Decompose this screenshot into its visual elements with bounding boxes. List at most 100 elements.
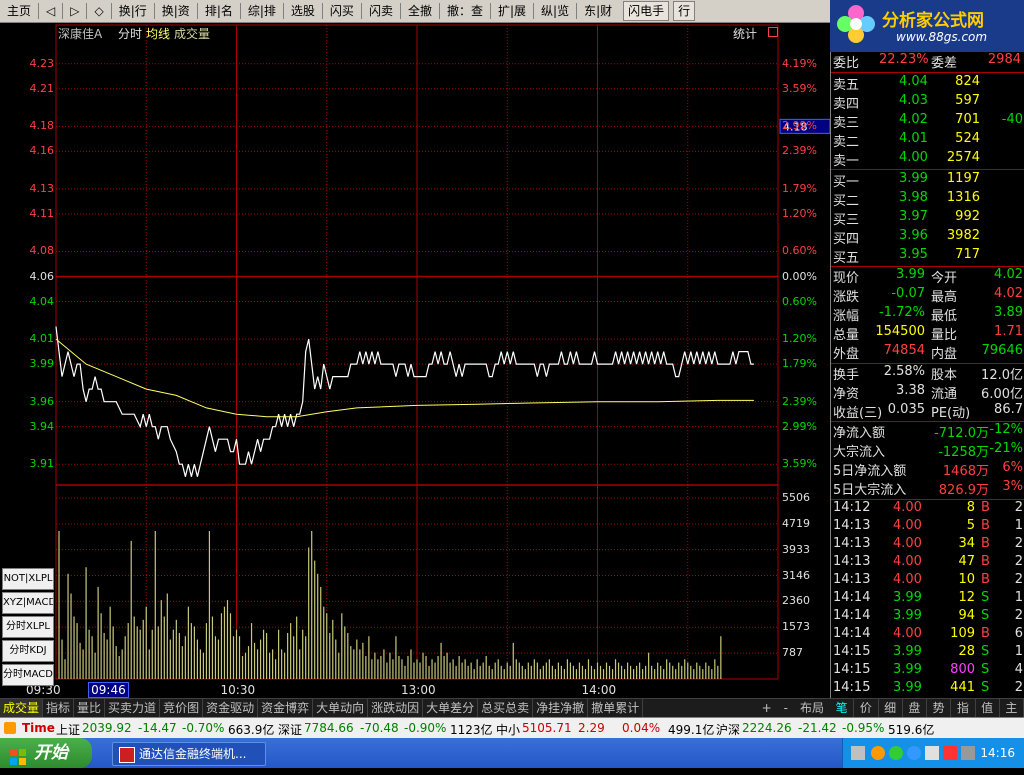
- tray-app3-icon[interactable]: [943, 746, 957, 760]
- start-button[interactable]: 开始: [0, 738, 92, 768]
- stats-button[interactable]: 统计: [733, 25, 757, 42]
- quote-row: 5日净流入额 1468万 6%: [831, 460, 1024, 479]
- side-tab-3[interactable]: 盘: [903, 699, 927, 717]
- menu-item-2[interactable]: ▷: [63, 0, 86, 22]
- keyboard-icon[interactable]: [851, 746, 865, 760]
- ask-price: 4.03: [899, 93, 928, 108]
- fund-label: 净资: [833, 387, 860, 402]
- indicator-tab-1[interactable]: 指标: [43, 699, 75, 717]
- indicator-button-3[interactable]: 分时KDJ: [2, 640, 54, 662]
- tray-app2-icon[interactable]: [907, 746, 921, 760]
- menu-item-10[interactable]: 闪卖: [362, 0, 400, 22]
- network-icon[interactable]: [889, 746, 903, 760]
- quote-row: 总量 154500 量比 1.71: [831, 324, 1024, 343]
- app-icon: [119, 747, 135, 763]
- time-axis-label: 13:00: [401, 683, 436, 697]
- quote-row: 净资 3.38 流通 6.00亿: [831, 383, 1024, 402]
- indicator-tab-9[interactable]: 大单差分: [423, 699, 479, 717]
- indicator-button-4[interactable]: 分时MACD: [2, 664, 54, 686]
- indicator-button-1[interactable]: XYZ|MACD: [2, 592, 54, 614]
- menu-item-8[interactable]: 选股: [284, 0, 322, 22]
- tab-spacer: [643, 699, 755, 717]
- speaker-icon[interactable]: [925, 746, 939, 760]
- tray-app4-icon[interactable]: [961, 746, 975, 760]
- tick-count: 2: [1014, 680, 1023, 695]
- menu-item-6[interactable]: 排|名: [198, 0, 240, 22]
- menu-item-3[interactable]: ◇: [87, 0, 110, 22]
- chart-canvas[interactable]: 4.18: [0, 23, 830, 698]
- price-tick-label: 3.99: [29, 357, 55, 371]
- indicator-tab-7[interactable]: 大单动向: [313, 699, 369, 717]
- menu-item-1[interactable]: ◁: [39, 0, 62, 22]
- menu-item-4[interactable]: 换|行: [112, 0, 154, 22]
- intraday-chart[interactable]: 4.18 深康佳A 分时 均线 成交量 统计 4.23 4.21 4.18 4.16 4…: [0, 23, 830, 698]
- indicator-tab-5[interactable]: 资金驱动: [203, 699, 259, 717]
- menu-item-11[interactable]: 全撤: [401, 0, 439, 22]
- close-box-icon[interactable]: [768, 27, 778, 37]
- flow-label: 5日大宗流入: [833, 483, 907, 498]
- side-tab-4[interactable]: 势: [927, 699, 952, 717]
- tick-price: 4.00: [893, 518, 922, 533]
- side-tab-5[interactable]: 指: [951, 699, 976, 717]
- menu-item-13[interactable]: 扩|展: [491, 0, 533, 22]
- side-tab-1[interactable]: 价: [854, 699, 879, 717]
- menu-item-12[interactable]: 撤：查: [440, 0, 490, 22]
- taskbar-window-button[interactable]: 通达信金融终端机...: [112, 742, 266, 766]
- pct-tick-label: 3.59%: [782, 457, 817, 471]
- tick-price: 3.99: [893, 590, 922, 605]
- menu-item-7[interactable]: 综|排: [241, 0, 283, 22]
- layout-control-0[interactable]: +: [756, 699, 778, 717]
- tick-count: 2: [1014, 536, 1023, 551]
- indicator-button-2[interactable]: 分时XLPL: [2, 616, 54, 638]
- divider: [831, 72, 1024, 73]
- menu-item-9[interactable]: 闪买: [323, 0, 361, 22]
- price-tick-label: 4.01: [29, 332, 55, 346]
- quote-label: 外盘: [833, 347, 860, 362]
- tick-time: 14:15: [833, 680, 871, 695]
- side-tab-2[interactable]: 细: [879, 699, 903, 717]
- layout-control-2[interactable]: 布局: [794, 699, 830, 717]
- tick-volume: 800: [950, 662, 975, 677]
- indicator-tab-8[interactable]: 涨跌动因: [368, 699, 424, 717]
- quote-row: 卖四 4.03 597: [831, 93, 1024, 112]
- indicator-tab-2[interactable]: 量比: [74, 699, 106, 717]
- tick-count: 1: [1014, 518, 1023, 533]
- indicator-tab-3[interactable]: 买卖力道: [105, 699, 161, 717]
- quote-label: 涨跌: [833, 290, 860, 305]
- side-tab-7[interactable]: 主: [1000, 699, 1024, 717]
- menu-item-0[interactable]: 主页: [0, 0, 38, 22]
- tick-volume: 109: [950, 626, 975, 641]
- indicator-tab-12[interactable]: 撤单累计: [588, 699, 644, 717]
- quote-row: 涨幅 -1.72% 最低 3.89: [831, 305, 1024, 324]
- quote-row: 14:12 4.00 8 B 2: [831, 500, 1024, 519]
- quote-row: 14:13 4.00 5 B 1: [831, 518, 1024, 537]
- side-tab-6[interactable]: 值: [976, 699, 1000, 717]
- ask-volume: 2574: [946, 150, 980, 165]
- menu-item-14[interactable]: 纵|览: [534, 0, 576, 22]
- menu-item-5[interactable]: 换|资: [155, 0, 197, 22]
- volume-tick-label: 5506: [782, 490, 810, 504]
- layout-control-1[interactable]: -: [778, 699, 794, 717]
- flow-label: 大宗流入: [833, 445, 886, 460]
- row-button[interactable]: 行: [673, 1, 696, 21]
- tray-app-icon[interactable]: [871, 746, 885, 760]
- indicator-button-0[interactable]: NOT|XLPL: [2, 568, 54, 590]
- flow-pct: -21%: [989, 441, 1023, 456]
- indicator-tab-10[interactable]: 总买总卖: [478, 699, 534, 717]
- flash-trade-button[interactable]: 闪电手: [623, 1, 670, 21]
- quote-row: 卖二 4.01 524: [831, 131, 1024, 150]
- indicator-tab-0[interactable]: 成交量: [0, 699, 44, 717]
- tick-time: 14:15: [833, 644, 871, 659]
- menu-item-15[interactable]: 东|财: [577, 0, 619, 22]
- indicator-tab-6[interactable]: 资金博弈: [258, 699, 314, 717]
- stock-name-label: 深康佳A: [58, 27, 103, 41]
- quote-row: 14:13 4.00 10 B 2: [831, 572, 1024, 591]
- indicator-tab-4[interactable]: 竞价图: [160, 699, 204, 717]
- index-change: -70.48: [360, 721, 399, 735]
- quote-row: 卖五 4.04 824: [831, 74, 1024, 93]
- tick-volume: 5: [966, 518, 975, 533]
- indicator-tab-11[interactable]: 净挂净撤: [533, 699, 589, 717]
- quote-panel: 委比 22.23% 委差 2984 卖五 4.04 824 卖四 4.03 597 卖三 4.02 70…: [830, 52, 1024, 698]
- side-tab-0[interactable]: 笔: [830, 699, 855, 717]
- pct-tick-label: 1.20%: [782, 332, 817, 346]
